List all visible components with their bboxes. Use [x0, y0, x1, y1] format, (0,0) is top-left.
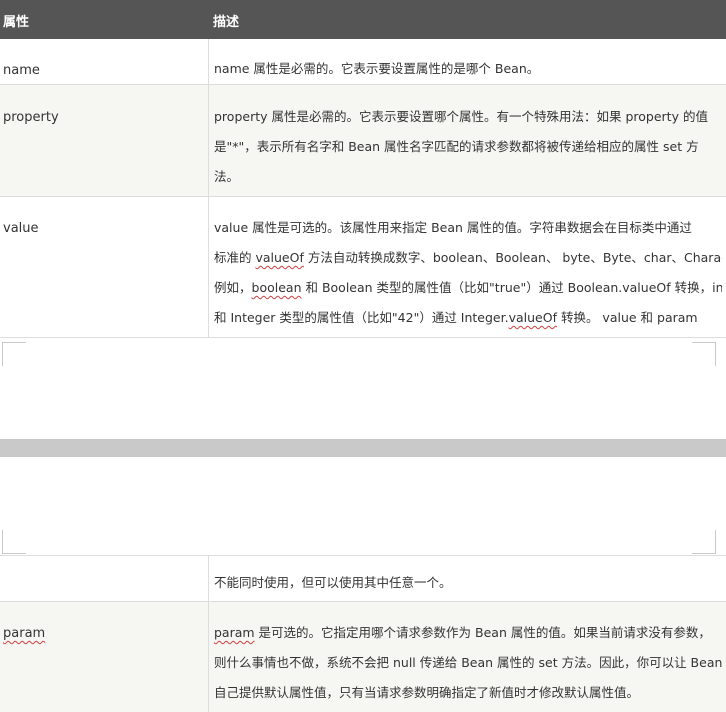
column-divider [208, 85, 209, 196]
table-row-param: param param 是可选的。它指定用哪个请求参数作为 Bean 属性的值。… [0, 602, 726, 712]
description-line: name 属性是必需的。它表示要设置属性的是哪个 Bean。 [214, 61, 540, 76]
attribute-description: param 是可选的。它指定用哪个请求参数作为 Bean 属性的值。如果当前请求… [214, 618, 722, 708]
description-line: param 是可选的。它指定用哪个请求参数作为 Bean 属性的值。如果当前请求… [214, 625, 711, 640]
page-break-band [0, 439, 726, 457]
document-page: 属性 描述 name name 属性是必需的。它表示要设置属性的是哪个 Bean… [0, 0, 726, 712]
description-line: 自己提供默认属性值，只有当请求参数明确指定了新值时才修改默认属性值。 [214, 685, 640, 700]
description-line: 法。 [214, 169, 240, 184]
description-line: 则什么事情也不做，系统不会把 null 传递给 Bean 属性的 set 方法。… [214, 655, 722, 670]
column-divider [208, 556, 209, 601]
spellcheck-word: valueOf [255, 250, 304, 265]
page-bottom-margin [0, 338, 726, 439]
attribute-name: property [3, 110, 59, 125]
spellcheck-word: valueOf [508, 310, 557, 325]
table-row-value: value value 属性是可选的。该属性用来指定 Bean 属性的值。字符串… [0, 197, 726, 338]
spellcheck-word: boolean [251, 280, 302, 295]
attribute-description: value 属性是可选的。该属性用来指定 Bean 属性的值。字符串数据会在目标… [214, 213, 722, 333]
description-line: 和 Integer 类型的属性值（比如"42"）通过 Integer.value… [214, 310, 698, 325]
spellcheck-word: param [214, 625, 255, 640]
margin-corner-mark [2, 342, 26, 366]
column-divider [208, 602, 209, 712]
description-line: 标准的 valueOf 方法自动转换成数字、boolean、Boolean、 b… [214, 250, 722, 265]
margin-corner-mark [692, 530, 716, 554]
table-header: 属性 描述 [0, 0, 726, 39]
description-line: property 属性是必需的。它表示要设置哪个属性。有一个特殊用法：如果 pr… [214, 109, 708, 124]
description-line: 是"*"，表示所有名字和 Bean 属性名字匹配的请求参数都将被传递给相应的属性… [214, 139, 699, 154]
attribute-description: 不能同时使用，但可以使用其中任意一个。 [214, 568, 722, 598]
column-divider [208, 197, 209, 337]
column-divider [208, 39, 209, 84]
table-row-continued: 不能同时使用，但可以使用其中任意一个。 [0, 555, 726, 602]
margin-corner-mark [2, 530, 26, 554]
attribute-name: param [3, 626, 46, 641]
description-line: 不能同时使用，但可以使用其中任意一个。 [214, 575, 452, 590]
page-top-margin [0, 457, 726, 555]
header-attribute: 属性 [3, 15, 30, 30]
table-row-name: name name 属性是必需的。它表示要设置属性的是哪个 Bean。 [0, 39, 726, 85]
description-line: 例如，boolean 和 Boolean 类型的属性值（比如"true"）通过 … [214, 280, 722, 295]
attribute-description: name 属性是必需的。它表示要设置属性的是哪个 Bean。 [214, 54, 722, 84]
margin-corner-mark [692, 342, 716, 366]
header-description: 描述 [213, 15, 240, 30]
attribute-name: value [3, 221, 39, 236]
table-row-property: property property 属性是必需的。它表示要设置哪个属性。有一个特… [0, 85, 726, 197]
attribute-description: property 属性是必需的。它表示要设置哪个属性。有一个特殊用法：如果 pr… [214, 102, 722, 192]
attribute-name: name [3, 63, 40, 78]
description-line: value 属性是可选的。该属性用来指定 Bean 属性的值。字符串数据会在目标… [214, 220, 692, 235]
